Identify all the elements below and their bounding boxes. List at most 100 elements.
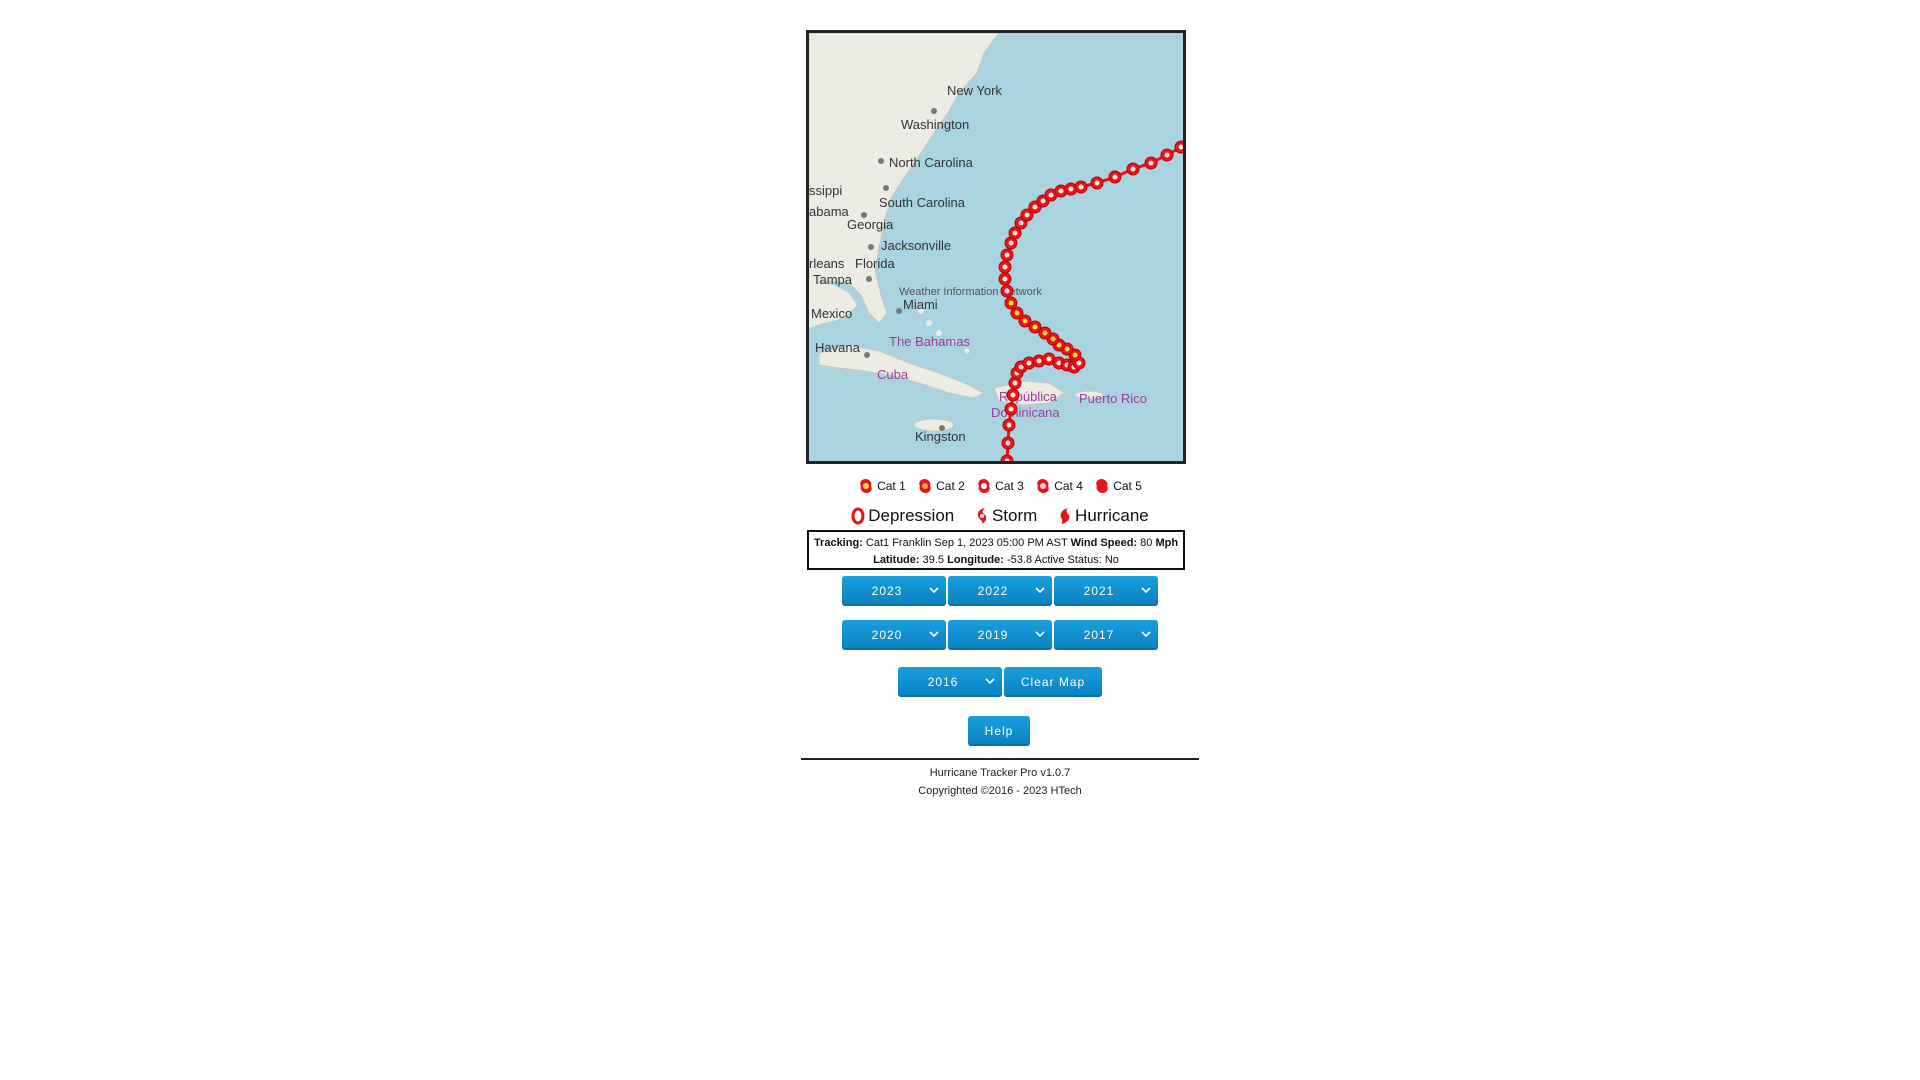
year-select-2017[interactable]: 2017	[1054, 620, 1158, 650]
hurricane-map[interactable]: New York Washington North Carolina ssipp…	[806, 30, 1186, 464]
label-jacksonville: Jacksonville	[881, 238, 951, 253]
year-select-2016[interactable]: 2016	[898, 667, 1002, 697]
wind-speed-label: Wind Speed:	[1070, 537, 1138, 549]
label-florida: Florida	[855, 256, 896, 271]
label-washington: Washington	[901, 117, 969, 132]
year-select-value: 2020	[871, 628, 903, 642]
depression-icon	[851, 507, 865, 525]
legend-cat1-label: Cat 1	[877, 479, 906, 493]
label-kingston: Kingston	[915, 429, 966, 444]
legend-cat5-label: Cat 5	[1113, 479, 1142, 493]
legend-cat2: Cat 2	[917, 478, 965, 494]
year-select-2021[interactable]: 2021	[1054, 576, 1158, 606]
chevron-down-icon	[929, 587, 939, 594]
legend-cat3-label: Cat 3	[995, 479, 1024, 493]
track-marker[interactable]	[1090, 176, 1104, 190]
copyright-text: Copyrighted ©2016 - 2023 HTech	[918, 785, 1082, 797]
year-select-2019[interactable]: 2019	[948, 620, 1052, 650]
label-south-carolina: South Carolina	[879, 195, 966, 210]
label-puerto-rico: Puerto Rico	[1079, 391, 1147, 406]
year-select-2023[interactable]: 2023	[842, 576, 946, 606]
label-havana: Havana	[815, 340, 861, 355]
label-mississippi: ssippi	[809, 183, 842, 198]
year-select-2020[interactable]: 2020	[842, 620, 946, 650]
tracking-line-1: Tracking: Cat1 Franklin Sep 1, 2023 05:0…	[809, 535, 1183, 552]
label-dominicana: Dominicana	[991, 405, 1060, 420]
track-marker[interactable]	[998, 260, 1012, 274]
year-select-value: 2021	[1083, 584, 1115, 598]
tracking-label: Tracking:	[813, 537, 863, 549]
track-marker[interactable]	[1000, 248, 1014, 262]
hurricane-icon	[978, 479, 990, 493]
footer-divider	[801, 758, 1199, 760]
chevron-down-icon	[929, 631, 939, 638]
chevron-down-icon	[985, 678, 995, 685]
legend-hurricane: Hurricane	[1058, 506, 1149, 526]
track-marker[interactable]	[1126, 162, 1140, 176]
legend-cat3: Cat 3	[976, 478, 1024, 494]
chevron-down-icon	[1141, 631, 1151, 638]
legend-cat2-label: Cat 2	[936, 479, 965, 493]
track-marker[interactable]	[1002, 418, 1016, 432]
track-marker[interactable]	[1006, 388, 1020, 402]
label-tampa: Tampa	[813, 272, 853, 287]
category-legend: Cat 1 Cat 2 Cat 3 Cat 4 Cat 5	[800, 478, 1200, 497]
label-cuba: Cuba	[877, 367, 909, 382]
tracking-value: Cat1 Franklin Sep 1, 2023 05:00 PM AST	[865, 537, 1068, 549]
latitude-value: 39.5	[922, 554, 945, 566]
track-marker[interactable]	[1174, 140, 1183, 154]
track-marker[interactable]	[1160, 148, 1174, 162]
legend-cat4-label: Cat 4	[1054, 479, 1083, 493]
hurricane-icon	[1096, 479, 1108, 493]
type-legend: Depression Storm Hurricane	[800, 506, 1200, 530]
storm-icon	[977, 508, 987, 524]
legend-cat4: Cat 4	[1035, 478, 1083, 494]
track-marker[interactable]	[1108, 170, 1122, 184]
label-north-carolina: North Carolina	[889, 155, 974, 170]
wind-speed-unit: Mph	[1155, 537, 1179, 549]
longitude-label: Longitude:	[947, 554, 1004, 566]
year-select-2022[interactable]: 2022	[948, 576, 1052, 606]
label-mexico: Mexico	[811, 306, 852, 321]
label-new-york: New York	[947, 83, 1002, 98]
track-marker[interactable]	[1001, 436, 1015, 450]
year-select-value: 2023	[871, 584, 903, 598]
track-marker[interactable]	[1074, 180, 1088, 194]
label-bahamas: The Bahamas	[889, 334, 970, 349]
legend-depression: Depression	[851, 506, 954, 526]
hurricane-icon	[919, 479, 931, 493]
legend-cat1: Cat 1	[858, 478, 906, 494]
hurricane-icon	[1037, 479, 1049, 493]
legend-storm: Storm	[975, 506, 1037, 526]
year-select-value: 2017	[1083, 628, 1115, 642]
hurricane-icon	[860, 479, 872, 493]
clear-map-button[interactable]: Clear Map	[1004, 667, 1102, 697]
track-marker[interactable]	[998, 272, 1012, 286]
track-marker[interactable]	[1004, 402, 1018, 416]
tracking-line-2: Latitude: 39.5 Longitude: -53.8 Active S…	[809, 552, 1183, 569]
track-marker[interactable]	[1144, 156, 1158, 170]
help-button[interactable]: Help	[968, 716, 1030, 746]
chevron-down-icon	[1035, 631, 1045, 638]
app-version: Hurricane Tracker Pro v1.0.7	[929, 767, 1071, 779]
active-status: Active Status: No	[1034, 554, 1119, 566]
wind-speed-value: 80	[1140, 537, 1153, 549]
legend-hurricane-label: Hurricane	[1075, 506, 1149, 525]
legend-depression-label: Depression	[868, 506, 955, 525]
year-select-value: 2016	[927, 675, 959, 689]
label-new-orleans: rleans	[809, 256, 845, 271]
year-select-value: 2019	[977, 628, 1009, 642]
chevron-down-icon	[1035, 587, 1045, 594]
year-select-value: 2022	[977, 584, 1009, 598]
track-marker[interactable]	[1000, 284, 1014, 298]
hurricane-icon	[1060, 508, 1070, 524]
map-canvas[interactable]: New York Washington North Carolina ssipp…	[809, 33, 1183, 461]
legend-storm-label: Storm	[991, 506, 1038, 525]
chevron-down-icon	[1141, 587, 1151, 594]
legend-cat5: Cat 5	[1094, 478, 1142, 494]
label-miami: Miami	[903, 297, 938, 312]
tracking-info-box: Tracking: Cat1 Franklin Sep 1, 2023 05:0…	[807, 530, 1185, 570]
page: New York Washington North Carolina ssipp…	[0, 0, 1920, 1080]
label-georgia: Georgia	[847, 217, 894, 232]
track-marker[interactable]	[1004, 296, 1018, 310]
